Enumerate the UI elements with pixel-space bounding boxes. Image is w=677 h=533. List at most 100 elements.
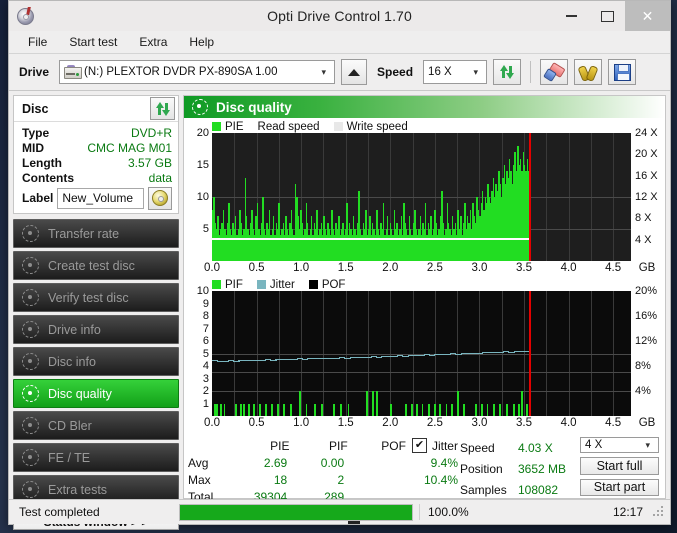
disc-row-value: data	[148, 170, 172, 185]
sidebar-item-transfer-rate[interactable]: Transfer rate	[13, 219, 179, 248]
menu-start-test[interactable]: Start test	[58, 32, 128, 52]
disc-icon	[22, 353, 39, 370]
pif-spike	[213, 403, 216, 416]
x-tick-label: 3.0	[471, 417, 488, 429]
disc-icon	[22, 449, 39, 466]
status-text: Test completed	[19, 505, 100, 519]
pif-chart: 10 9 8 7 6 5 4 3 2 1 20% 16% 12% 8% 4% 0.0 0.5 1.0 1.5 2.…	[197, 285, 657, 431]
pif-spike	[372, 391, 375, 416]
sidebar-item-label: Drive info	[48, 322, 101, 337]
stats-avg-pie: 2.69	[263, 455, 288, 470]
menu-file[interactable]: File	[17, 32, 58, 52]
sidebar-item-create-test-disc[interactable]: Create test disc	[13, 251, 179, 280]
pie-plot-area	[212, 133, 631, 261]
pif-spike	[474, 403, 477, 416]
pif-spike	[439, 403, 442, 416]
pif-spike	[320, 403, 323, 416]
legend-label-pie: PIE	[225, 120, 244, 133]
y-tick-label-right: 20 X	[635, 148, 658, 161]
disc-label-row: Label New_Volume	[22, 186, 172, 210]
sidebar-item-drive-info[interactable]: Drive info	[13, 315, 179, 344]
disc-icon	[22, 225, 39, 242]
readout-value: 3652 MB	[518, 461, 567, 476]
test-speed-select[interactable]: 4 X ▾	[580, 437, 659, 454]
disc-row-key: Contents	[22, 170, 74, 185]
speed-select-value: 16 X	[428, 66, 452, 78]
readout-key: Position	[460, 461, 503, 476]
disc-row-value: CMC MAG M01	[87, 140, 172, 155]
pif-spike	[220, 403, 222, 416]
menu-help[interactable]: Help	[178, 32, 225, 52]
sidebar-item-verify-test-disc[interactable]: Verify test disc	[13, 283, 179, 312]
read-speed-line	[212, 238, 530, 240]
menu-bar: File Start test Extra Help	[9, 31, 670, 54]
y-tick-label-left: 5	[202, 347, 209, 360]
x-tick-label: 0.5	[248, 417, 265, 429]
drive-select[interactable]: (N:) PLEXTOR DVDR PX-890SA 1.00 ▾	[59, 60, 336, 84]
x-tick-label: 1.5	[337, 262, 354, 274]
disc-row-mid: MID CMC MAG M01	[22, 140, 172, 155]
chevron-down-icon: ▾	[473, 66, 479, 77]
sidebar-item-cd-bler[interactable]: CD Bler	[13, 411, 179, 440]
disc-quality-icon	[192, 99, 208, 115]
sidebar-item-label: FE / TE	[48, 450, 91, 465]
status-bar: Test completed 100.0% 12:17	[9, 499, 670, 524]
stats-row-max: Max 18 2 10.4%	[188, 471, 458, 488]
start-full-button[interactable]: Start full	[580, 457, 659, 475]
grid-line	[212, 391, 631, 392]
disc-label-input[interactable]: New_Volume	[57, 187, 144, 209]
jitter-checkbox[interactable]: ✔	[411, 438, 427, 453]
resize-grip[interactable]	[653, 506, 665, 518]
x-tick-label: 4.5	[605, 417, 622, 429]
pif-spike	[333, 403, 336, 416]
save-button[interactable]	[608, 59, 637, 85]
nav-list: Transfer rate Create test disc Verify te…	[13, 219, 179, 504]
readout-speed: Speed 4.03 X	[460, 437, 580, 458]
readout-samples: Samples 108082	[460, 479, 580, 500]
y-tick-label-right: 8%	[635, 360, 651, 372]
refresh-icon	[499, 64, 515, 80]
y-tick-label-left: 10	[196, 191, 209, 203]
disc-icon	[22, 481, 39, 498]
start-part-button[interactable]: Start part	[580, 478, 659, 497]
erase-button[interactable]	[540, 59, 569, 85]
pif-spike	[416, 403, 419, 416]
disc-row-value: DVD+R	[130, 125, 172, 140]
x-tick-label: 2.0	[382, 262, 399, 274]
pif-spike	[445, 403, 448, 416]
y-tick-label-left: 6	[202, 335, 209, 347]
desktop-background: Opti Drive Control 1.70 ✕ File Start tes…	[0, 0, 677, 533]
y-tick-label-left: 5	[202, 223, 209, 235]
grid-line	[212, 197, 631, 198]
y-tick-label-right: 24 X	[635, 127, 658, 139]
y-tick-label-left: 3	[202, 372, 209, 385]
disc-refresh-button[interactable]	[150, 97, 175, 120]
pif-axis-left: 10 9 8 7 6 5 4 3 2 1	[185, 285, 212, 416]
x-axis-unit: GB	[638, 417, 656, 429]
legend-swatch-write-speed	[333, 122, 343, 131]
x-tick-label: 2.0	[382, 417, 399, 429]
pif-spike	[492, 403, 495, 416]
y-tick-label-left: 2	[202, 385, 209, 397]
pif-spike	[525, 403, 528, 416]
speed-select[interactable]: 16 X ▾	[423, 60, 488, 84]
pie-chart: 20 15 10 5 24 X 20 X 16 X 12 X 8 X 4 X 0.0 0.5 1.0…	[197, 127, 658, 276]
sidebar-item-label: Disc quality	[48, 386, 112, 401]
sidebar: Disc Type DVD+R MID CMC MAG M01 Length 3…	[13, 95, 179, 530]
sidebar-item-disc-info[interactable]: Disc info	[13, 347, 179, 376]
menu-extra[interactable]: Extra	[128, 32, 178, 52]
pie-legend: PIE Read speed Write speed	[186, 120, 663, 133]
stats-header-row: PIE PIF POF ✔ Jitter	[188, 437, 458, 454]
application-window: Opti Drive Control 1.70 ✕ File Start tes…	[8, 0, 671, 530]
y-tick-label-right: 12 X	[635, 191, 658, 203]
disc-icon	[22, 257, 39, 274]
sidebar-item-disc-quality[interactable]: Disc quality	[13, 379, 179, 408]
sidebar-item-fe-te[interactable]: FE / TE	[13, 443, 179, 472]
y-tick-label-left: 20	[196, 127, 209, 139]
y-tick-label-right: 20%	[635, 285, 658, 297]
tools-button[interactable]	[574, 59, 603, 85]
refresh-button[interactable]	[493, 59, 522, 85]
disc-label-button[interactable]	[148, 186, 172, 210]
disc-row-key: Length	[22, 155, 62, 170]
eject-button[interactable]	[341, 59, 368, 524]
